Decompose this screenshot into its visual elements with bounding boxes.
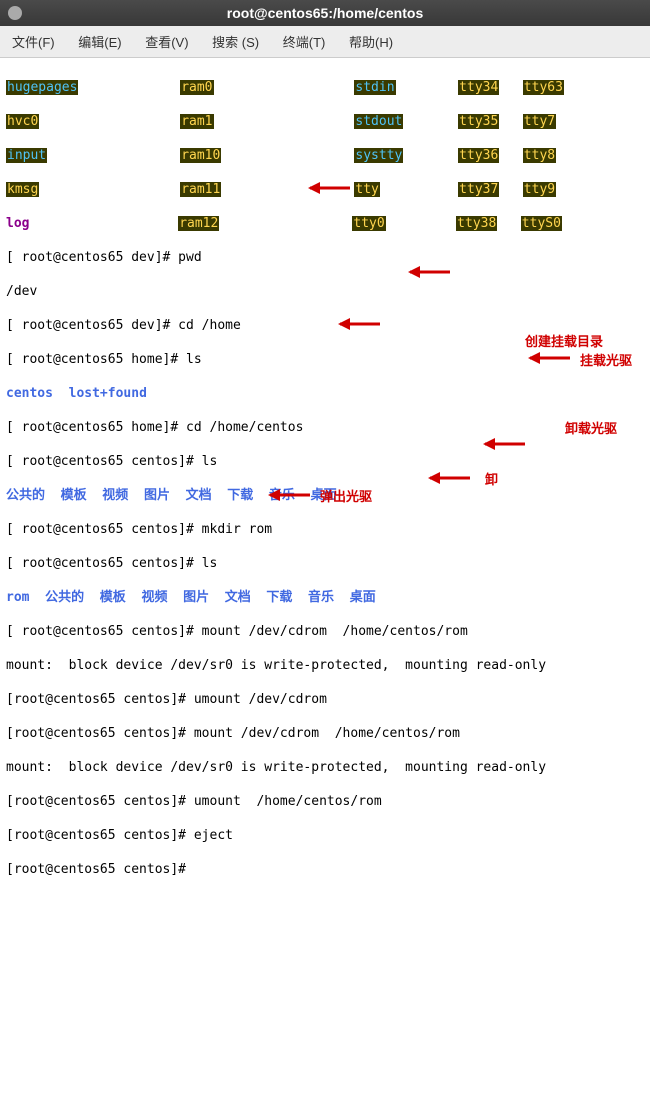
annotation-eject: 弹出光驱 [320, 488, 372, 505]
dev-entry: tty35 [458, 114, 499, 129]
dev-entry: ram0 [180, 80, 213, 95]
dev-entry: tty34 [458, 80, 499, 95]
cmd-ls3: [ root@centos65 centos]# ls [6, 555, 644, 572]
dev-entry: ttyS0 [521, 216, 562, 231]
cmd-mkdir: [ root@centos65 centos]# mkdir rom [6, 521, 644, 538]
listing-row: input ram10 systty tty36 tty8 [6, 147, 644, 164]
listing-row: hvc0 ram1 stdout tty35 tty7 [6, 113, 644, 130]
cmd-mount2: [root@centos65 centos]# mount /dev/cdrom… [6, 725, 644, 742]
menu-edit[interactable]: 编辑(E) [78, 35, 121, 50]
output-mount: mount: block device /dev/sr0 is write-pr… [6, 657, 644, 674]
menu-view[interactable]: 查看(V) [145, 35, 188, 50]
dev-entry: tty8 [523, 148, 556, 163]
dev-entry: ram11 [180, 182, 221, 197]
dir-entry: rom [6, 590, 29, 605]
cmd-pwd: [ root@centos65 dev]# pwd [6, 249, 644, 266]
dev-entry: stdout [354, 114, 403, 129]
dev-entry: tty9 [523, 182, 556, 197]
dev-entry: tty37 [458, 182, 499, 197]
listing-row: log ram12 tty0 tty38 ttyS0 [6, 215, 644, 232]
dev-entry: ram12 [178, 216, 219, 231]
annotation-mount: 挂载光驱 [580, 352, 632, 369]
listing-row: hugepages ram0 stdin tty34 tty63 [6, 79, 644, 96]
annotation-umount2: 卸 [485, 471, 498, 488]
menu-file[interactable]: 文件(F) [12, 35, 55, 50]
terminal-window: root@centos65:/home/centos 文件(F) 编辑(E) 查… [0, 0, 650, 549]
listing-row: kmsg ram11 tty tty37 tty9 [6, 181, 644, 198]
dev-entry: ram1 [180, 114, 213, 129]
cmd-ls: [ root@centos65 home]# ls [6, 351, 644, 368]
cmd-ls2: [ root@centos65 centos]# ls [6, 453, 644, 470]
dev-entry: tty36 [458, 148, 499, 163]
dev-entry: tty38 [456, 216, 497, 231]
window-title: root@centos65:/home/centos [227, 5, 423, 21]
dev-entry: log [6, 216, 29, 231]
cmd-cd-home: [ root@centos65 dev]# cd /home [6, 317, 644, 334]
dir-entry: lost+found [69, 386, 147, 401]
output-ls-home: centos lost+found [6, 385, 644, 402]
menubar: 文件(F) 编辑(E) 查看(V) 搜索 (S) 终端(T) 帮助(H) [0, 26, 650, 58]
dev-entry: kmsg [6, 182, 39, 197]
dev-entry: tty [354, 182, 379, 197]
dev-entry: tty0 [352, 216, 385, 231]
dev-entry: tty7 [523, 114, 556, 129]
dir-entry: centos [6, 386, 53, 401]
menu-help[interactable]: 帮助(H) [349, 35, 393, 50]
annotation-mkdir: 创建挂载目录 [525, 333, 603, 350]
menu-search[interactable]: 搜索 (S) [212, 35, 259, 50]
dev-entry: input [6, 148, 47, 163]
dev-entry: stdin [354, 80, 395, 95]
cmd-umount: [root@centos65 centos]# umount /dev/cdro… [6, 691, 644, 708]
dir-entry: 公共的 模板 视频 图片 文档 下载 音乐 桌面 [45, 590, 376, 605]
titlebar: root@centos65:/home/centos [0, 0, 650, 26]
dev-entry: hugepages [6, 80, 78, 95]
dev-entry: ram10 [180, 148, 221, 163]
dev-entry: systty [354, 148, 403, 163]
terminal-body[interactable]: hugepages ram0 stdin tty34 tty63 hvc0 ra… [0, 58, 650, 1098]
annotation-umount: 卸载光驱 [565, 420, 617, 437]
cmd-cd-centos: [ root@centos65 home]# cd /home/centos [6, 419, 644, 436]
dev-entry: tty63 [523, 80, 564, 95]
close-button[interactable] [8, 6, 22, 20]
output-mount2: mount: block device /dev/sr0 is write-pr… [6, 759, 644, 776]
prompt-empty: [root@centos65 centos]# [6, 861, 644, 878]
output-pwd: /dev [6, 283, 644, 300]
output-ls-rom: rom 公共的 模板 视频 图片 文档 下载 音乐 桌面 [6, 589, 644, 606]
cmd-eject: [root@centos65 centos]# eject [6, 827, 644, 844]
cmd-mount: [ root@centos65 centos]# mount /dev/cdro… [6, 623, 644, 640]
menu-terminal[interactable]: 终端(T) [283, 35, 326, 50]
cmd-umount2: [root@centos65 centos]# umount /home/cen… [6, 793, 644, 810]
dev-entry: hvc0 [6, 114, 39, 129]
